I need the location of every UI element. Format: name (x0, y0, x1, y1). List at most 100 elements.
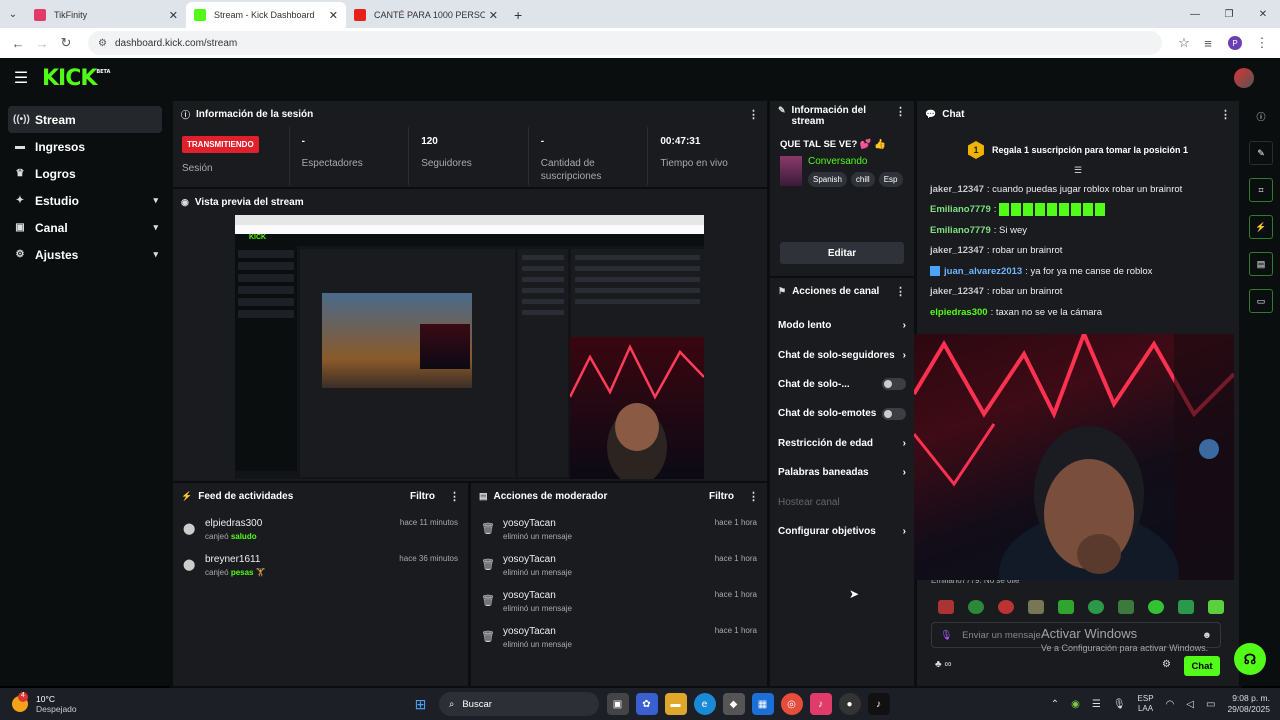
mod-user[interactable]: yosoyTacan (503, 626, 715, 637)
sidebar-item-canal[interactable]: ▣ Canal ▾ (8, 214, 162, 241)
sidebar-item-ajustes[interactable]: ⚙ Ajustes ▾ (8, 241, 162, 268)
store-icon[interactable]: ▦ (751, 693, 774, 715)
channel-action-slow-mode[interactable]: Modo lento › (770, 311, 914, 340)
clock[interactable]: 9:08 p. m. 29/08/2025 (1227, 693, 1270, 715)
feed-user[interactable]: breyner1611 (205, 554, 399, 565)
battery-icon[interactable]: ▭ (1206, 699, 1215, 710)
emote-icon[interactable] (968, 600, 984, 614)
feed-filter-button[interactable]: Filtro (410, 491, 435, 502)
obs-icon[interactable]: ● (838, 693, 861, 715)
chat-settings-icon[interactable]: ⚙ (1162, 659, 1171, 670)
channel-action-followers-only[interactable]: Chat de solo-seguidores › (770, 340, 914, 369)
support-chat-icon[interactable]: ☊ (1234, 643, 1266, 675)
tiktok-icon[interactable]: ♪ (867, 693, 890, 715)
minimize-icon[interactable]: — (1178, 0, 1212, 28)
bookmark-star-icon[interactable]: ☆ (1172, 31, 1196, 55)
emoji-icon[interactable]: ☻ (1202, 630, 1212, 641)
edit-button[interactable]: Editar (780, 242, 904, 264)
tikfinity-icon[interactable]: ♪ (809, 693, 832, 715)
close-tab-icon[interactable]: ✕ (169, 9, 178, 22)
emote-icon[interactable] (1208, 600, 1224, 614)
channel-action-age-restriction[interactable]: Restricción de edad › (770, 429, 914, 458)
chat-bubble-icon[interactable]: ▭ (1249, 289, 1273, 313)
tray-app-icon[interactable]: ◉ (1071, 699, 1080, 710)
tag-pill[interactable]: chill (850, 172, 875, 187)
sub-gift-leaderboard[interactable]: 1 Regala 1 suscripción para tomar la posi… (917, 135, 1239, 165)
forward-icon[interactable]: → (30, 31, 54, 55)
document-icon[interactable]: ▤ (1249, 252, 1273, 276)
emote-icon[interactable] (1148, 600, 1164, 614)
emote-icon[interactable] (1088, 600, 1104, 614)
emote-icon[interactable] (1058, 600, 1074, 614)
tab-search-chevron-icon[interactable]: ⌄ (0, 0, 26, 28)
chat-username[interactable]: juan_alvarez2013 (944, 266, 1022, 277)
network-icon[interactable]: ☰ (1092, 699, 1101, 710)
url-input[interactable]: ⚙ dashboard.kick.com/stream (88, 31, 1162, 55)
emote-icon[interactable] (1028, 600, 1044, 614)
edge-icon[interactable]: e (693, 693, 716, 715)
close-window-icon[interactable]: ✕ (1246, 0, 1280, 28)
browser-tab-youtube[interactable]: CANTÉ PARA 1000 PERSONAS 😂 ✕ (346, 2, 506, 28)
more-options-icon[interactable]: ⋮ (748, 108, 759, 121)
category-link[interactable]: Conversando (808, 156, 910, 167)
chat-username[interactable]: Emiliano7779 (930, 225, 991, 236)
channel-action-goals[interactable]: Configurar objetivos › (770, 517, 914, 546)
more-options-icon[interactable]: ⋮ (895, 105, 906, 118)
chat-username[interactable]: elpiedras300 (930, 307, 988, 318)
emote-icon[interactable] (1178, 600, 1194, 614)
chrome-icon[interactable]: ◎ (780, 693, 803, 715)
category-thumbnail[interactable] (780, 156, 802, 186)
user-avatar[interactable] (1234, 68, 1254, 88)
emote-icon[interactable] (998, 600, 1014, 614)
close-tab-icon[interactable]: ✕ (489, 9, 498, 22)
mod-user[interactable]: yosoyTacan (503, 590, 715, 601)
feed-user[interactable]: elpiedras300 (205, 518, 400, 529)
stream-preview-video[interactable]: KICK (235, 215, 704, 479)
kick-logo[interactable]: KICK BETA (42, 66, 110, 91)
site-settings-icon[interactable]: ⚙ (98, 38, 107, 49)
chat-username[interactable]: jaker_12347 (930, 245, 984, 256)
chat-input[interactable]: 🎙 Enviar un mensaje ☻ (931, 622, 1221, 648)
taskbar-search[interactable]: ⌕ Buscar (439, 692, 599, 716)
media-control-icon[interactable]: ≡ (1196, 31, 1220, 55)
wifi-icon[interactable]: ◠ (1166, 699, 1175, 710)
more-options-icon[interactable]: ⋮ (748, 490, 759, 503)
browser-tab-kick-dashboard[interactable]: Stream - Kick Dashboard ✕ (186, 2, 346, 28)
filter-lines-icon[interactable]: ☰ (917, 165, 1239, 179)
windows-start-icon[interactable]: ⊞ (410, 693, 432, 715)
close-tab-icon[interactable]: ✕ (329, 9, 338, 22)
task-view-icon[interactable]: ▣ (606, 693, 629, 715)
channel-action-banned-words[interactable]: Palabras baneadas › (770, 458, 914, 487)
file-explorer-icon[interactable]: ▬ (664, 693, 687, 715)
more-options-icon[interactable]: ⋮ (895, 285, 906, 298)
points-infinity-icon[interactable]: ♣ ∞ (935, 659, 951, 670)
lightning-icon[interactable]: ⚡ (1249, 215, 1273, 239)
weather-widget[interactable]: 4 10°C Despejado (0, 692, 120, 714)
mod-user[interactable]: yosoyTacan (503, 554, 715, 565)
more-options-icon[interactable]: ⋮ (449, 490, 460, 503)
emotes-only-toggle[interactable] (882, 407, 906, 420)
copilot-icon[interactable]: ✿ (635, 693, 658, 715)
app-icon[interactable]: ◆ (722, 693, 745, 715)
subs-only-toggle[interactable] (882, 378, 906, 391)
chat-username[interactable]: jaker_12347 (930, 286, 984, 297)
tag-pill[interactable]: Spanish (808, 172, 847, 187)
microphone-icon[interactable]: 🎙 (1113, 699, 1126, 710)
profile-avatar[interactable]: P (1228, 36, 1242, 50)
sidebar-item-estudio[interactable]: ✦ Estudio ▾ (8, 187, 162, 214)
emote-icon[interactable] (938, 600, 954, 614)
sidebar-item-ingresos[interactable]: ▬ Ingresos (8, 133, 162, 160)
reload-icon[interactable]: ↻ (54, 31, 78, 55)
mod-user[interactable]: yosoyTacan (503, 518, 715, 529)
send-chat-button[interactable]: Chat (1184, 656, 1220, 676)
language-indicator[interactable]: ESP LAA (1138, 694, 1154, 714)
more-options-icon[interactable]: ⋮ (1220, 108, 1231, 121)
hamburger-menu-icon[interactable]: ☰ (0, 68, 42, 88)
mod-filter-button[interactable]: Filtro (709, 491, 734, 502)
info-icon[interactable]: ⓘ (1249, 104, 1273, 128)
microphone-icon[interactable]: 🎙 (940, 630, 952, 641)
sidebar-item-logros[interactable]: ♛ Logros (8, 160, 162, 187)
browser-tab-tikfinity[interactable]: TikFinity ✕ (26, 2, 186, 28)
new-tab-button[interactable]: + (506, 2, 536, 28)
pencil-icon[interactable]: ✎ (1249, 141, 1273, 165)
